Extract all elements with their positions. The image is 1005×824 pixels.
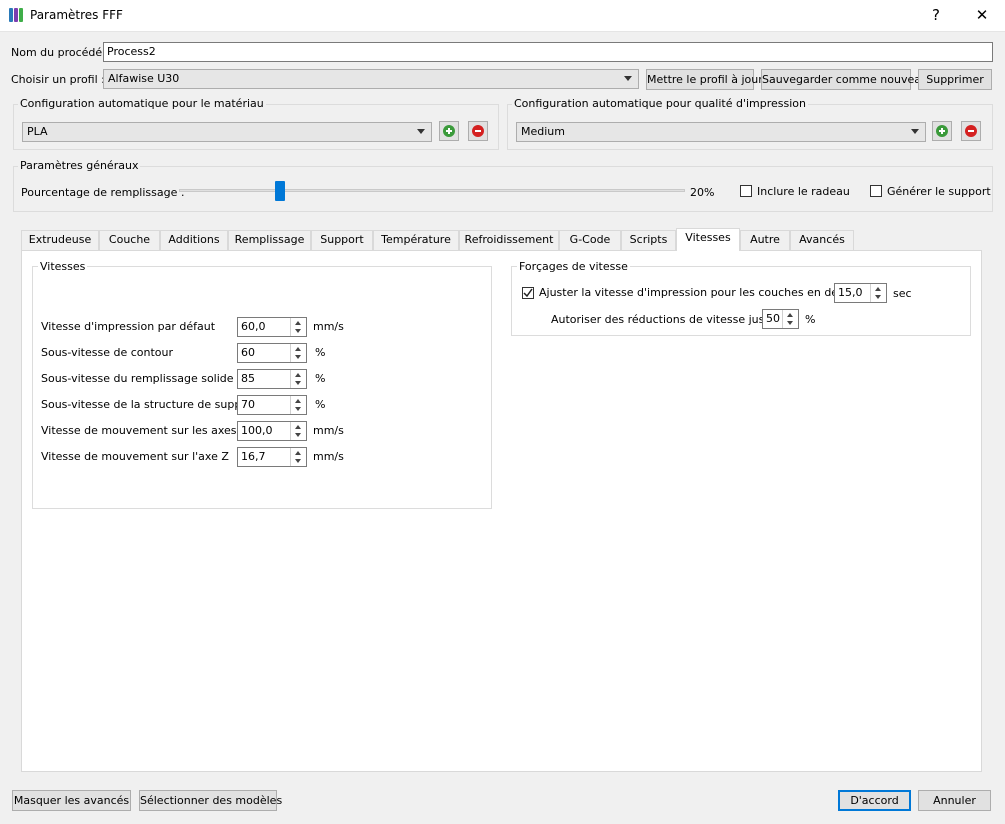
z-travel-speed-spinbox[interactable]: 16,7 [237,447,307,467]
spinbox-value: 85 [241,372,255,385]
tab-temperature[interactable]: Température [373,230,459,250]
chevron-down-icon [624,76,632,81]
speed-row-label: Vitesse de mouvement sur l'axe Z [41,450,229,463]
tab-remplissage[interactable]: Remplissage [228,230,311,250]
adjust-speed-spinbox[interactable]: 15,0 [834,283,887,303]
spinbox-value: 16,7 [241,450,266,463]
speed-row-unit: mm/s [313,424,344,437]
save-as-new-button[interactable]: Sauvegarder comme nouveau [761,69,928,90]
quality-group-title: Configuration automatique pour qualité d… [512,97,809,110]
plus-icon [443,125,455,137]
adjust-speed-checkbox[interactable] [522,287,534,299]
minus-icon [472,125,484,137]
remove-quality-button[interactable] [961,121,981,141]
quality-select[interactable]: Medium [516,122,926,142]
speed-row-unit: % [315,346,326,359]
window-title: Paramètres FFF [30,8,123,22]
spinbox-value: 100,0 [241,424,273,437]
reduce-speed-label: Autoriser des réductions de vitesse jusq… [551,313,789,326]
add-quality-button[interactable] [932,121,952,141]
speeds-group-title: Vitesses [38,260,88,273]
minus-icon [965,125,977,137]
tab-g-code[interactable]: G-Code [559,230,621,250]
solid-infill-speed-spinbox[interactable]: 85 [237,369,307,389]
tab-support[interactable]: Support [311,230,373,250]
spinbox-value: 60,0 [241,320,266,333]
general-group-title: Paramètres généraux [18,159,141,172]
adjust-speed-unit: sec [893,287,912,300]
speed-row-unit: mm/s [313,450,344,463]
reduce-speed-unit: % [805,313,816,326]
help-button[interactable]: ? [913,0,959,31]
infill-value: 20% [690,186,715,199]
material-select[interactable]: PLA [22,122,432,142]
spinbox-value: 60 [241,346,255,359]
tab-refroidissement[interactable]: Refroidissement [459,230,559,250]
title-bar: Paramètres FFF ? ✕ [0,0,1005,32]
xy-travel-speed-spinbox[interactable]: 100,0 [237,421,307,441]
process-name-label: Nom du procédé : [11,46,110,59]
speed-row-unit: mm/s [313,320,344,333]
profile-label: Choisir un profil : [11,73,105,86]
speed-row-label: Sous-vitesse de contour [41,346,173,359]
remove-material-button[interactable] [468,121,488,141]
reduce-speed-spinbox[interactable]: 50 [762,309,799,329]
raft-checkbox[interactable] [740,185,752,197]
update-profile-button[interactable]: Mettre le profil à jour [646,69,763,90]
speed-overrides-title: Forçages de vitesse [517,260,630,273]
app-icon [9,8,23,22]
select-models-button[interactable]: Sélectionner des modèles [139,790,282,811]
speed-row-label: Sous-vitesse du remplissage solide [41,372,234,385]
checkmark-icon [523,288,533,298]
speed-row-label: Vitesse d'impression par défaut [41,320,216,333]
process-name-input[interactable]: Process2 [103,42,993,62]
ok-button[interactable]: D'accord [838,790,911,811]
chevron-down-icon [417,129,425,134]
perimeter-speed-spinbox[interactable]: 60 [237,343,307,363]
hide-advanced-button[interactable]: Masquer les avancés [12,790,131,811]
spinbox-value: 15,0 [838,286,863,299]
speed-row-label: Vitesse de mouvement sur les axes X/Y [41,424,258,437]
chevron-down-icon [911,129,919,134]
plus-icon [936,125,948,137]
speed-row-label: Sous-vitesse de la structure de support [41,398,257,411]
tab-vitesses[interactable]: Vitesses [676,228,740,251]
profile-selected: Alfawise U30 [108,72,180,85]
tab-avances[interactable]: Avancés [790,230,854,250]
quality-selected: Medium [521,125,565,138]
delete-profile-button[interactable]: Supprimer [918,69,992,90]
spinbox-value: 70 [241,398,255,411]
default-speed-spinbox[interactable]: 60,0 [237,317,307,337]
infill-label: Pourcentage de remplissage : [21,186,185,199]
add-material-button[interactable] [439,121,459,141]
infill-slider-handle[interactable] [275,181,285,201]
infill-slider-track[interactable] [179,189,685,192]
cancel-button[interactable]: Annuler [918,790,991,811]
support-checkbox[interactable] [870,185,882,197]
speed-row-unit: % [315,398,326,411]
adjust-speed-label: Ajuster la vitesse d'impression pour les… [539,286,869,299]
tab-autre[interactable]: Autre [740,230,790,250]
material-group-title: Configuration automatique pour le matéri… [18,97,266,110]
tab-extrudeuse[interactable]: Extrudeuse [21,230,99,250]
profile-select[interactable]: Alfawise U30 [103,69,639,89]
material-selected: PLA [27,125,48,138]
speed-row-unit: % [315,372,326,385]
raft-label: Inclure le radeau [757,185,850,198]
support-speed-spinbox[interactable]: 70 [237,395,307,415]
close-button[interactable]: ✕ [959,0,1005,31]
tab-additions[interactable]: Additions [160,230,228,250]
tab-scripts[interactable]: Scripts [621,230,676,250]
tab-couche[interactable]: Couche [99,230,160,250]
support-label: Générer le support [887,185,991,198]
spinbox-value: 50 [766,312,780,325]
